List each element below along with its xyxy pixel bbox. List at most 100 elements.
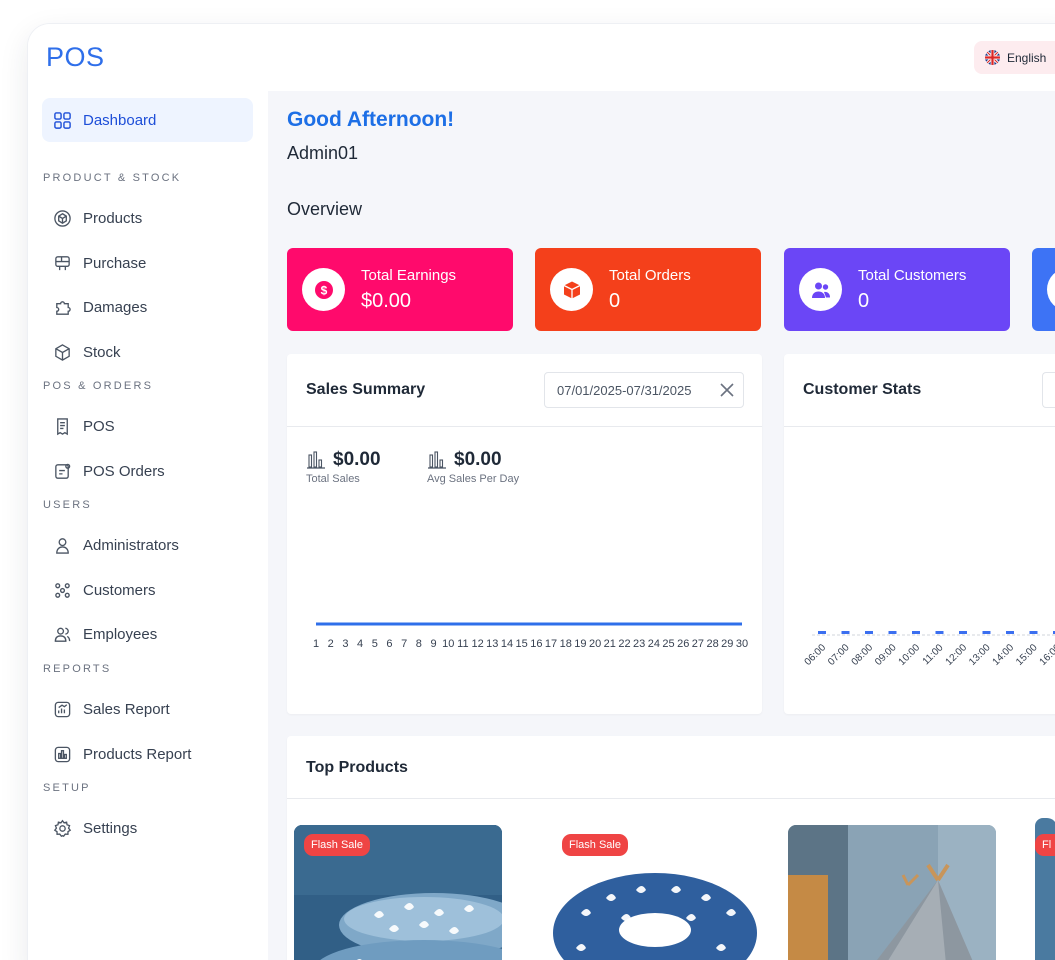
- divider: [784, 426, 1055, 427]
- x-tick-label: 25: [662, 638, 674, 650]
- stat-value: $0.00: [361, 289, 412, 312]
- sidebar-item-stock[interactable]: Stock: [42, 332, 253, 372]
- x-tick-label: 4: [357, 638, 363, 650]
- puzzle-icon: [56, 300, 71, 315]
- gear-icon: [53, 819, 72, 837]
- sidebar-item-label: POS Orders: [83, 462, 165, 480]
- sidebar-item-pos[interactable]: POS: [42, 406, 253, 446]
- stat-card-customers[interactable]: Total Customers 0: [784, 248, 1010, 331]
- product-card[interactable]: Flash Sale: [543, 818, 767, 960]
- language-selector[interactable]: English: [974, 41, 1055, 74]
- sidebar-item-customers[interactable]: Customers: [42, 570, 253, 610]
- x-tick-label: 07:00: [826, 642, 852, 668]
- sidebar-item-label: Damages: [83, 298, 148, 316]
- box-icon: [54, 209, 71, 227]
- sidebar-item-dashboard[interactable]: Dashboard: [42, 98, 253, 142]
- top-products-title: Top Products: [306, 759, 408, 776]
- product-card-partial[interactable]: Fl: [1017, 818, 1055, 960]
- date-range-value: 07/01/2025-07/31/2025: [557, 382, 692, 398]
- x-tick-label: 5: [372, 638, 378, 650]
- stat-card-earnings[interactable]: $ Total Earnings $0.00: [287, 248, 513, 331]
- sidebar-item-employees[interactable]: Employees: [42, 614, 253, 654]
- chart-icon: [54, 701, 71, 717]
- stat-label: Total Earnings: [361, 266, 457, 284]
- sidebar-item-damages[interactable]: Damages: [42, 287, 253, 327]
- x-tick-label: 28: [706, 638, 718, 650]
- app-logo[interactable]: POS: [46, 42, 105, 73]
- stat-card-partial[interactable]: [1032, 248, 1055, 331]
- x-tick-label: 27: [692, 638, 704, 650]
- purchase-icon: [55, 255, 70, 270]
- stat-value: 0: [858, 289, 870, 312]
- package-icon: [550, 268, 593, 311]
- total-sales-value: $0.00: [333, 449, 381, 470]
- sidebar-item-label: Settings: [83, 819, 138, 837]
- stat-value: 0: [609, 289, 621, 312]
- x-tick-label: 16:00: [1038, 642, 1055, 668]
- cube-icon: [55, 343, 70, 361]
- customer-stats-panel: Customer Stats 06:00 07:00 08:00 09:00 10:00…: [784, 354, 1055, 714]
- x-tick-label: 12: [471, 638, 483, 650]
- overview-heading: Overview: [287, 199, 363, 219]
- x-tick-label: 9: [430, 638, 436, 650]
- flash-sale-badge: Fl: [1035, 834, 1055, 856]
- uk-flag-icon: [985, 50, 1000, 65]
- sidebar-item-purchase[interactable]: Purchase: [42, 243, 253, 283]
- bar-chart-icon: [428, 451, 446, 469]
- user-icon: [56, 537, 69, 554]
- x-tick-label: 22: [618, 638, 630, 650]
- x-tick-label: 23: [633, 638, 645, 650]
- customer-bar: [912, 631, 920, 634]
- section-reports: REPORTS: [43, 663, 112, 675]
- x-tick-label: 15: [516, 638, 528, 650]
- dollar-icon: $: [302, 268, 345, 311]
- bar-chart-icon: [54, 746, 71, 762]
- x-tick-label: 06:00: [803, 642, 829, 668]
- sidebar-item-products-report[interactable]: Products Report: [42, 734, 253, 774]
- greeting: Good Afternoon!: [287, 108, 455, 131]
- app-window: POS English Dashboard PRODUCT & STOCK Pr…: [28, 24, 1055, 960]
- sidebar-item-sales-report[interactable]: Sales Report: [42, 689, 253, 729]
- date-range-input[interactable]: 07/01/2025-07/31/2025: [544, 372, 744, 408]
- user-name: Admin01: [287, 143, 359, 163]
- dashboard-icon: [54, 111, 71, 129]
- close-icon[interactable]: [719, 382, 735, 398]
- sidebar-item-label: Stock: [83, 343, 121, 361]
- x-tick-label: 8: [416, 638, 422, 650]
- customer-stats-title: Customer Stats: [803, 381, 922, 398]
- section-product-stock: PRODUCT & STOCK: [43, 172, 182, 184]
- sales-summary-panel: Sales Summary 07/01/2025-07/31/2025 $0.0…: [287, 354, 762, 714]
- customer-bar-chart: 06:0007:0008:0009:0010:0011:0012:0013:00…: [803, 631, 1055, 668]
- stat-card-orders[interactable]: Total Orders 0: [535, 248, 761, 331]
- x-tick-label: 08:00: [850, 642, 876, 668]
- section-pos-orders: POS & ORDERS: [43, 380, 154, 392]
- x-tick-label: 14: [501, 638, 513, 650]
- stat-icon: [1047, 268, 1055, 311]
- top-bar: POS English: [28, 24, 1055, 91]
- sidebar-item-administrators[interactable]: Administrators: [42, 525, 253, 565]
- product-card[interactable]: [780, 818, 1004, 960]
- svg-text:$: $: [320, 283, 327, 297]
- bar-chart-icon: [307, 451, 325, 469]
- orders-icon: [55, 463, 71, 479]
- x-tick-label: 3: [342, 638, 348, 650]
- customer-bar: [841, 631, 850, 634]
- sidebar-item-products[interactable]: Products: [42, 198, 253, 238]
- x-tick-label: 20: [589, 638, 601, 650]
- sidebar-item-pos-orders[interactable]: POS Orders: [42, 451, 253, 491]
- sidebar-item-settings[interactable]: Settings: [42, 808, 253, 848]
- section-setup: SETUP: [43, 782, 91, 794]
- customers-icon: [55, 582, 70, 598]
- divider: [287, 426, 762, 427]
- stat-label: Total Orders: [609, 266, 691, 284]
- avg-sales-value: $0.00: [454, 449, 502, 470]
- customer-date-input[interactable]: [1042, 372, 1055, 408]
- avg-sales-label: Avg Sales Per Day: [427, 473, 520, 485]
- x-tick-label: 6: [386, 638, 392, 650]
- main-content: Good Afternoon! Admin01 Overview $ Total…: [268, 91, 1055, 960]
- divider: [287, 798, 1055, 799]
- x-tick-label: 16: [530, 638, 542, 650]
- sidebar-item-label: Products: [83, 209, 143, 227]
- product-card[interactable]: Flash Sale: [286, 818, 524, 960]
- sidebar-item-label: Administrators: [83, 536, 179, 554]
